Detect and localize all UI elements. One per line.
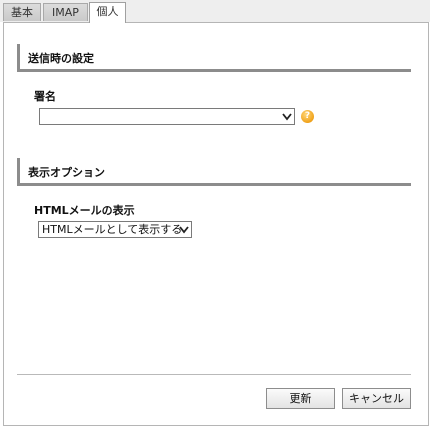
signature-label: 署名 bbox=[34, 90, 56, 103]
help-icon[interactable]: ? bbox=[301, 110, 314, 123]
tab-basic[interactable]: 基本 bbox=[3, 3, 41, 21]
html-display-select[interactable]: HTMLメールとして表示する bbox=[38, 221, 192, 238]
html-display-select-value: HTMLメールとして表示する bbox=[42, 223, 183, 236]
tab-bar: 基本 IMAP 個人 bbox=[0, 0, 430, 23]
settings-dialog: 基本 IMAP 個人 送信時の設定 署名 ? 表示オプション HTMLメールの表… bbox=[0, 0, 430, 428]
section-title-send: 送信時の設定 bbox=[28, 52, 94, 65]
chevron-down-icon bbox=[282, 113, 292, 121]
tab-personal[interactable]: 個人 bbox=[89, 2, 126, 23]
html-display-label: HTMLメールの表示 bbox=[34, 204, 135, 217]
chevron-down-icon bbox=[179, 226, 189, 234]
footer-divider bbox=[17, 374, 411, 375]
section-title-display: 表示オプション bbox=[28, 166, 105, 179]
update-button[interactable]: 更新 bbox=[266, 388, 335, 409]
section-header-send: 送信時の設定 bbox=[17, 44, 411, 72]
tab-imap[interactable]: IMAP bbox=[43, 3, 88, 21]
section-header-display: 表示オプション bbox=[17, 158, 411, 186]
cancel-button[interactable]: キャンセル bbox=[342, 388, 411, 409]
signature-select[interactable] bbox=[39, 108, 295, 125]
